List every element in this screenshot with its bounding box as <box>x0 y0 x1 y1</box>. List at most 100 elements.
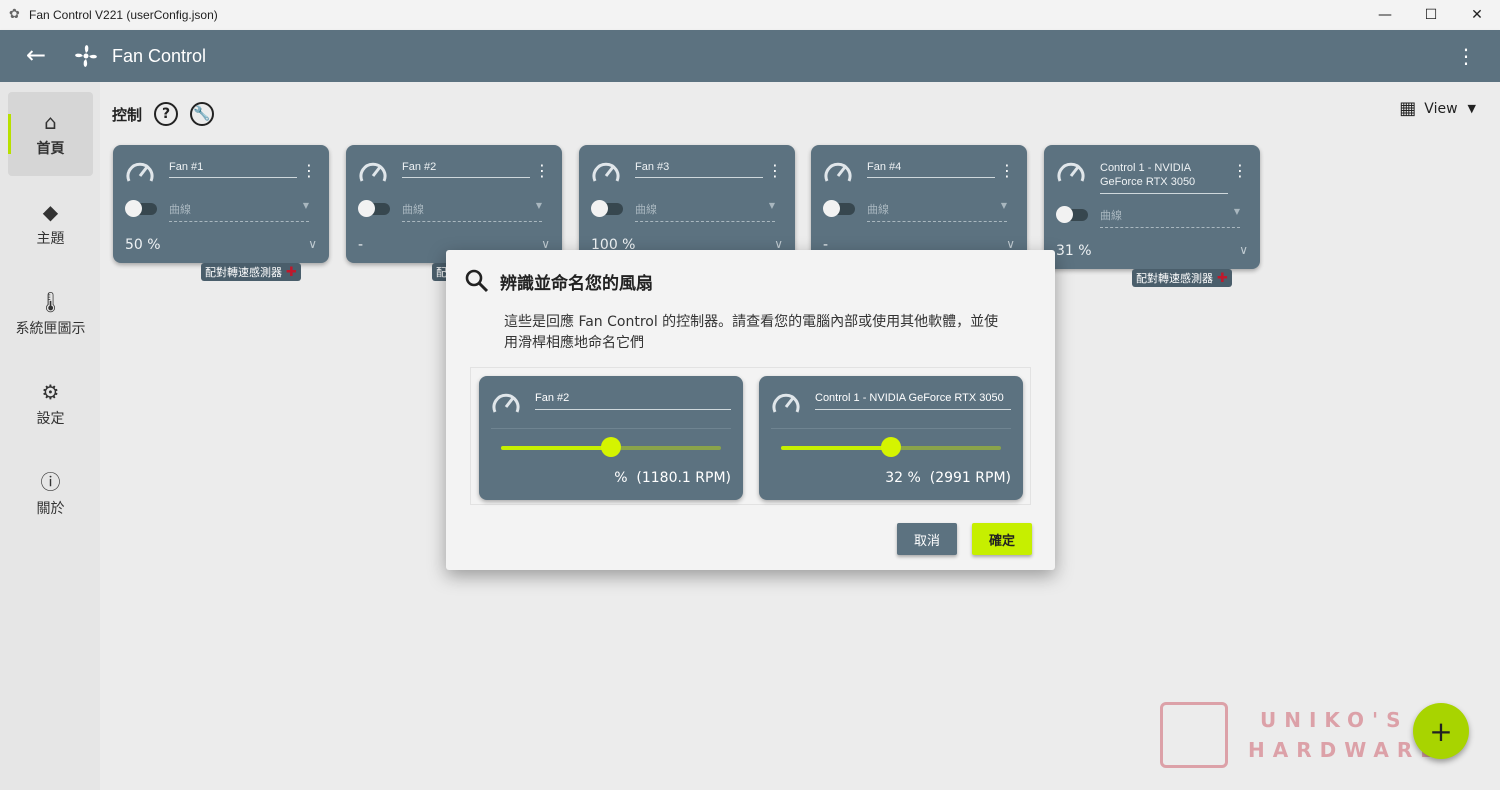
sidebar-item-label: 關於 <box>36 501 65 517</box>
add-fab-button[interactable]: + <box>1413 703 1469 759</box>
gauge-icon <box>359 162 387 182</box>
window-controls: — ☐ ✕ <box>1362 0 1500 30</box>
curve-label: 曲線 <box>635 203 657 216</box>
curve-label: 曲線 <box>402 203 424 216</box>
window-titlebar: ✿ Fan Control V221 (userConfig.json) — ☐… <box>0 0 1500 30</box>
dialog-title: 辨識並命名您的風扇 <box>500 273 653 294</box>
caret-down-icon: ▼ <box>1467 102 1476 115</box>
fan-app-icon: ✿ <box>9 7 20 22</box>
more-vert-icon[interactable]: ⋮ <box>1456 44 1476 68</box>
slider-thumb[interactable] <box>601 437 621 457</box>
fan-identify-list: Fan #2 % (1180.1 RPM) Control 1 - NVIDIA… <box>470 367 1031 505</box>
identify-fan-card: Fan #2 % (1180.1 RPM) <box>479 376 743 500</box>
enable-toggle[interactable] <box>358 200 390 217</box>
curve-select[interactable]: 曲線 ▼ <box>402 201 542 222</box>
fan-logo-icon <box>75 45 97 67</box>
app-title: Fan Control <box>112 45 207 66</box>
speed-slider[interactable] <box>501 437 721 457</box>
maximize-button[interactable]: ☐ <box>1408 0 1454 30</box>
dropdown-arrow-icon: ▼ <box>302 201 309 210</box>
sidebar: ⌂ 首頁 ◆ 主題 🌡 系統匣圖示 ⚙ 設定 ⓘ 關於 <box>0 82 100 790</box>
speed-slider[interactable] <box>781 437 1001 457</box>
chevron-down-icon[interactable]: ∨ <box>308 237 317 251</box>
search-icon <box>465 269 489 293</box>
wrench-icon[interactable]: 🔧 <box>190 102 215 126</box>
view-button[interactable]: ▦ View ▼ <box>1399 98 1476 119</box>
dropdown-arrow-icon: ▼ <box>1233 207 1240 216</box>
dialog-header: 辨識並命名您的風扇 <box>464 268 653 294</box>
dropdown-arrow-icon: ▼ <box>1000 201 1007 210</box>
help-button[interactable]: ? <box>154 102 179 126</box>
card-menu-icon[interactable]: ⋮ <box>999 161 1015 180</box>
sidebar-item-settings[interactable]: ⚙ 設定 <box>8 362 93 446</box>
fan-card[interactable]: Fan #3 ⋮ 曲線 ▼ 100 % ∨ <box>579 145 795 263</box>
gauge-icon <box>824 162 852 182</box>
identify-fan-card: Control 1 - NVIDIA GeForce RTX 3050 32 %… <box>759 376 1023 500</box>
curve-select[interactable]: 曲線 ▼ <box>1100 207 1240 228</box>
pair-sensor-tag[interactable]: 配對轉速感測器 ✚ <box>1132 269 1232 287</box>
card-menu-icon[interactable]: ⋮ <box>534 161 550 180</box>
fan-card[interactable]: Fan #2 ⋮ 曲線 ▼ - ∨ <box>346 145 562 263</box>
pair-sensor-tag[interactable]: 配對轉速感測器 ✚ <box>201 263 301 281</box>
fan-name-field[interactable]: Fan #2 <box>402 161 530 178</box>
sidebar-item-home[interactable]: ⌂ 首頁 <box>8 92 93 176</box>
fan-name-field[interactable]: Control 1 - NVIDIA GeForce RTX 3050 <box>1100 161 1228 194</box>
close-button[interactable]: ✕ <box>1454 0 1500 30</box>
curve-label: 曲線 <box>1100 209 1122 222</box>
chevron-down-icon[interactable]: ∨ <box>1239 243 1248 257</box>
dashboard-icon: ▦ <box>1399 98 1417 119</box>
fan-name-field[interactable]: Control 1 - NVIDIA GeForce RTX 3050 <box>815 392 1011 410</box>
enable-toggle[interactable] <box>1056 206 1088 223</box>
pair-tag-label: 配對轉速感測器 <box>1136 272 1213 285</box>
enable-toggle[interactable] <box>823 200 855 217</box>
chevron-down-icon[interactable]: ∨ <box>541 237 550 251</box>
card-menu-icon[interactable]: ⋮ <box>767 161 783 180</box>
app-bar: ← Fan Control ⋮ <box>0 30 1500 82</box>
ok-button[interactable]: 確定 <box>972 523 1032 555</box>
gauge-icon <box>1057 162 1085 182</box>
back-arrow-icon[interactable]: ← <box>26 43 50 68</box>
gear-icon: ⚙ <box>41 380 60 404</box>
slider-thumb[interactable] <box>881 437 901 457</box>
enable-toggle[interactable] <box>591 200 623 217</box>
fan-value: 31 % <box>1056 243 1092 259</box>
fan-card[interactable]: Control 1 - NVIDIA GeForce RTX 3050 ⋮ 曲線… <box>1044 145 1260 269</box>
fan-card[interactable]: Fan #4 ⋮ 曲線 ▼ - ∨ <box>811 145 1027 263</box>
paint-bucket-icon: ◆ <box>42 200 59 224</box>
slider-fill <box>501 446 611 450</box>
fan-name-field[interactable]: Fan #3 <box>635 161 763 178</box>
curve-select[interactable]: 曲線 ▼ <box>867 201 1007 222</box>
sidebar-item-about[interactable]: ⓘ 關於 <box>8 452 93 536</box>
fan-name-field[interactable]: Fan #4 <box>867 161 995 178</box>
sidebar-item-tray-icons[interactable]: 🌡 系統匣圖示 <box>8 272 93 356</box>
controls-header: 控制 ? 🔧 <box>112 102 215 126</box>
curve-select[interactable]: 曲線 ▼ <box>635 201 775 222</box>
watermark-line2: HARDWARE <box>1248 738 1442 762</box>
watermark-line1: UNIKO'S <box>1260 708 1409 732</box>
speed-reading: 32 % (2991 RPM) <box>885 470 1011 486</box>
watermark-logo <box>1160 702 1228 768</box>
enable-toggle[interactable] <box>125 200 157 217</box>
pair-tag-label: 配對轉速感測器 <box>205 266 282 279</box>
chevron-down-icon[interactable]: ∨ <box>774 237 783 251</box>
sidebar-item-label: 首頁 <box>36 141 65 157</box>
curve-select[interactable]: 曲線 ▼ <box>169 201 309 222</box>
sidebar-item-label: 設定 <box>36 411 65 427</box>
card-menu-icon[interactable]: ⋮ <box>301 161 317 180</box>
sidebar-item-theme[interactable]: ◆ 主題 <box>8 182 93 266</box>
minimize-button[interactable]: — <box>1362 0 1408 30</box>
gauge-icon <box>772 393 800 413</box>
card-menu-icon[interactable]: ⋮ <box>1232 161 1248 180</box>
fan-card[interactable]: Fan #1 ⋮ 曲線 ▼ 50 % ∨ <box>113 145 329 263</box>
thermometer-icon: 🌡 <box>37 290 64 314</box>
info-icon: ⓘ <box>40 470 61 494</box>
sidebar-item-label: 主題 <box>36 231 65 247</box>
divider <box>771 428 1011 429</box>
speed-reading: % (1180.1 RPM) <box>614 470 731 486</box>
fan-name-field[interactable]: Fan #2 <box>535 392 731 410</box>
chevron-down-icon[interactable]: ∨ <box>1006 237 1015 251</box>
cancel-button[interactable]: 取消 <box>897 523 957 555</box>
dialog-description: 這些是回應 Fan Control 的控制器。請查看您的電腦內部或使用其他軟體，… <box>504 314 999 351</box>
fan-name-field[interactable]: Fan #1 <box>169 161 297 178</box>
controls-title: 控制 <box>112 105 143 124</box>
